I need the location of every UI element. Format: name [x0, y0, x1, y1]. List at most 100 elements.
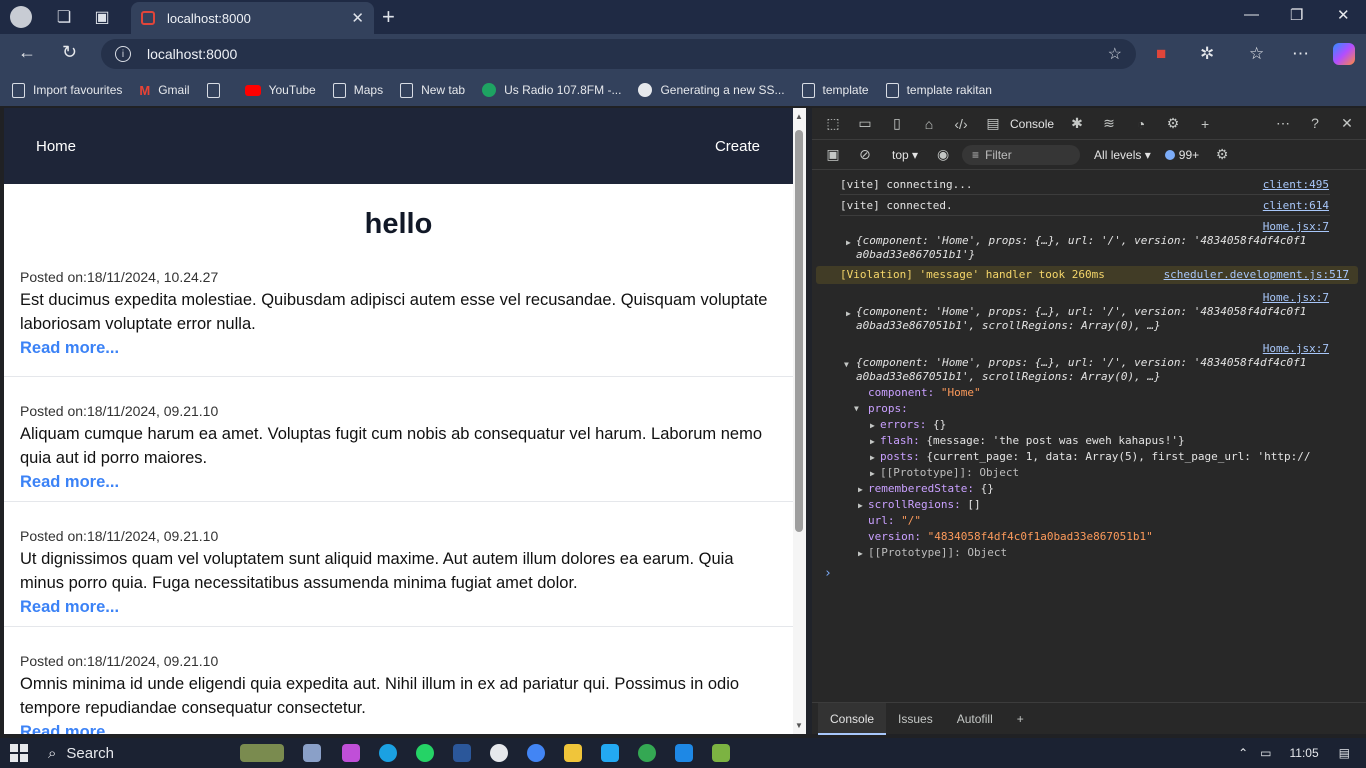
log-object[interactable]: {component: 'Home', props: {…}, url: '/'…: [856, 234, 1358, 247]
clock-time[interactable]: 11:05: [1290, 746, 1319, 760]
bookmark-gmail[interactable]: M Gmail: [139, 83, 189, 98]
expand-triangle-icon[interactable]: ▶: [858, 501, 863, 510]
more-tools-plus-icon[interactable]: +: [1192, 116, 1218, 132]
file-explorer-icon[interactable]: [564, 744, 582, 762]
site-info-icon[interactable]: i: [115, 46, 131, 62]
log-object[interactable]: {component: 'Home', props: {…}, url: '/'…: [856, 356, 1358, 369]
read-more-link[interactable]: Read more...: [20, 336, 119, 360]
word-icon[interactable]: [453, 744, 471, 762]
console-prompt-icon[interactable]: ›: [824, 566, 832, 581]
issues-badge[interactable]: 99+: [1164, 148, 1199, 162]
task-view-icon[interactable]: [303, 744, 321, 762]
lambda-icon[interactable]: [712, 744, 730, 762]
collapse-triangle-icon[interactable]: ▼: [854, 404, 859, 413]
log-source-link[interactable]: Home.jsx:7: [1263, 291, 1329, 304]
bookmark-maps[interactable]: Maps: [332, 82, 383, 98]
read-more-link[interactable]: Read more...: [20, 470, 119, 494]
refresh-icon[interactable]: ↻: [62, 42, 77, 63]
performance-icon[interactable]: ◔: [1128, 116, 1154, 132]
copilot-icon[interactable]: [1333, 43, 1355, 65]
bookmark-import-favourites[interactable]: Import favourites: [12, 82, 122, 98]
network-icon[interactable]: ≋: [1096, 115, 1122, 132]
github-desktop-icon[interactable]: [490, 744, 508, 762]
console-sidebar-icon[interactable]: ▣: [820, 146, 846, 163]
expand-triangle-icon[interactable]: ▶: [846, 309, 851, 318]
bookmark-page[interactable]: [206, 82, 228, 98]
log-source-link[interactable]: Home.jsx:7: [1263, 342, 1329, 355]
edge-icon[interactable]: [379, 744, 397, 762]
windows-start-icon[interactable]: [10, 744, 28, 762]
favourite-star-icon[interactable]: ☆: [1108, 44, 1122, 64]
nav-home-link[interactable]: Home: [36, 138, 76, 155]
nav-create-link[interactable]: Create: [715, 138, 760, 155]
bookmark-new-tab[interactable]: New tab: [400, 82, 465, 98]
elements-icon[interactable]: ‹/›: [948, 116, 974, 132]
collapse-triangle-icon[interactable]: ▼: [844, 360, 849, 369]
help-icon[interactable]: ?: [1302, 115, 1328, 132]
expand-triangle-icon[interactable]: ▶: [870, 469, 875, 478]
drawer-tab-issues[interactable]: Issues: [886, 703, 945, 735]
welcome-home-icon[interactable]: ⌂: [916, 116, 942, 132]
read-more-link[interactable]: Read more...: [20, 720, 119, 734]
whatsapp-icon[interactable]: [416, 744, 434, 762]
drawer-add-tab-icon[interactable]: +: [1005, 703, 1036, 735]
restore-icon[interactable]: ❐: [1290, 6, 1303, 24]
favourites-icon[interactable]: ☆: [1249, 44, 1264, 64]
clear-console-icon[interactable]: ⊘: [852, 146, 878, 163]
app-icon[interactable]: [675, 744, 693, 762]
expand-triangle-icon[interactable]: ▶: [858, 485, 863, 494]
address-bar[interactable]: i localhost:8000 ☆: [101, 39, 1136, 69]
console-filter-input[interactable]: ≡ Filter: [962, 144, 1081, 165]
live-expression-eye-icon[interactable]: ◉: [930, 146, 956, 163]
expand-triangle-icon[interactable]: ▶: [870, 421, 875, 430]
log-source-link[interactable]: Home.jsx:7: [1263, 220, 1329, 233]
tab-actions-icon[interactable]: ▣: [88, 3, 116, 31]
vscode-icon[interactable]: [601, 744, 619, 762]
bookmark-template-rakitan[interactable]: template rakitan: [885, 82, 992, 98]
device-toolbar-icon[interactable]: ▭: [852, 115, 878, 132]
log-source-link[interactable]: client:614: [1263, 199, 1329, 212]
battery-icon[interactable]: ▭: [1260, 746, 1271, 760]
expand-triangle-icon[interactable]: ▶: [858, 549, 863, 558]
expand-triangle-icon[interactable]: ▶: [870, 453, 875, 462]
page-scrollbar[interactable]: ▲ ▼: [793, 108, 806, 734]
chrome-alt-icon[interactable]: [638, 744, 656, 762]
drawer-tab-autofill[interactable]: Autofill: [945, 703, 1005, 735]
log-source-link[interactable]: scheduler.development.js:517: [1164, 266, 1349, 284]
scroll-down-icon[interactable]: ▼: [795, 721, 803, 730]
expand-triangle-icon[interactable]: ▶: [846, 238, 851, 247]
browser-tab[interactable]: localhost:8000 ✕: [131, 2, 374, 34]
bookmark-youtube[interactable]: YouTube: [244, 83, 316, 97]
sidebar-toggle-icon[interactable]: ▯: [884, 115, 910, 132]
log-levels-dropdown[interactable]: All levels ▾: [1094, 148, 1151, 162]
taskbar-search[interactable]: ⌕ Search: [48, 745, 114, 762]
devtools-close-icon[interactable]: ✕: [1334, 115, 1360, 132]
expand-triangle-icon[interactable]: ▶: [870, 437, 875, 446]
scrollbar-thumb[interactable]: [795, 130, 803, 532]
extensions-puzzle-icon[interactable]: ✲: [1200, 44, 1214, 64]
notifications-icon[interactable]: ▤: [1339, 746, 1350, 760]
widgets-icon[interactable]: [240, 744, 284, 762]
settings-gear-icon[interactable]: ⚙: [1160, 115, 1186, 132]
log-object[interactable]: {component: 'Home', props: {…}, url: '/'…: [856, 305, 1358, 318]
minimize-icon[interactable]: —: [1244, 6, 1259, 23]
bookmark-github[interactable]: Generating a new SS...: [638, 83, 785, 97]
tray-chevron-icon[interactable]: ⌃: [1238, 746, 1248, 760]
more-menu-icon[interactable]: ⋯: [1292, 44, 1309, 64]
context-selector[interactable]: top ▾: [892, 148, 918, 162]
close-tab-icon[interactable]: ✕: [351, 9, 364, 27]
copilot-taskbar-icon[interactable]: [342, 744, 360, 762]
console-settings-icon[interactable]: ⚙: [1209, 146, 1235, 163]
new-tab-button[interactable]: +: [382, 4, 395, 30]
bookmark-radio[interactable]: Us Radio 107.8FM -...: [482, 83, 621, 97]
collections-icon[interactable]: ❏: [50, 3, 78, 31]
bookmark-template[interactable]: template: [801, 82, 869, 98]
log-source-link[interactable]: client:495: [1263, 178, 1329, 191]
chrome-icon[interactable]: [527, 744, 545, 762]
scroll-up-icon[interactable]: ▲: [795, 112, 803, 121]
inspect-icon[interactable]: ⬚: [820, 115, 846, 132]
profile-avatar[interactable]: [10, 6, 32, 28]
tab-console[interactable]: ▤ Console: [980, 115, 1054, 132]
devtools-more-icon[interactable]: ⋯: [1270, 115, 1296, 132]
read-more-link[interactable]: Read more...: [20, 595, 119, 619]
